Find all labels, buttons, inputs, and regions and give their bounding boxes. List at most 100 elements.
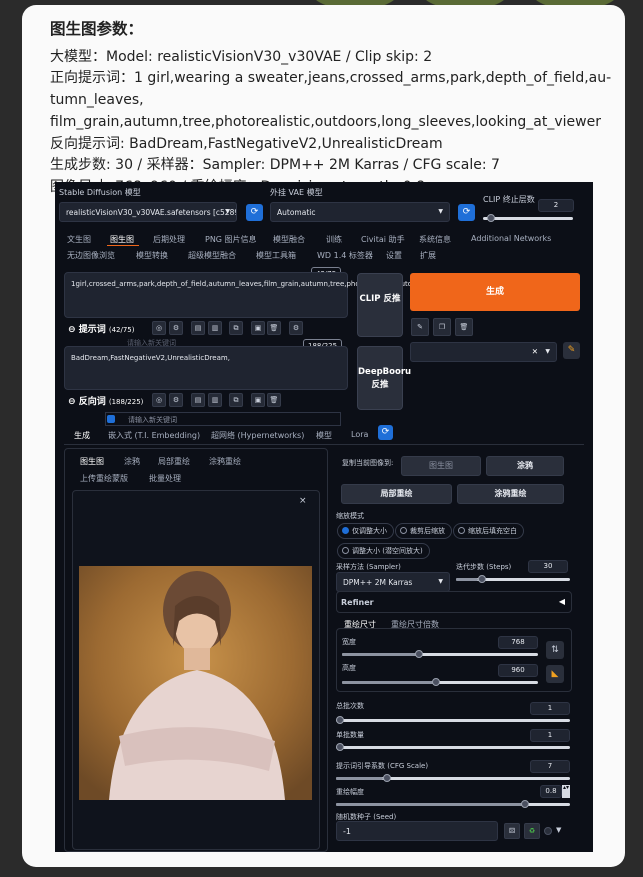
chevron-down-icon[interactable]: ▼ — [556, 826, 561, 834]
steps-input[interactable]: 30 — [528, 560, 568, 573]
checkpoint-select[interactable]: realisticVisionV30_v30VAE.safetensors [c… — [59, 202, 237, 222]
edit-styles-icon[interactable]: ✎ — [563, 342, 580, 359]
stepper-icon[interactable]: ▴▾ — [562, 785, 570, 798]
slider-knob[interactable] — [520, 800, 529, 808]
deepbooru-interrogate-button[interactable]: DeepBooru 反推 — [357, 346, 411, 410]
batch-size-slider[interactable] — [336, 743, 570, 751]
refresh-icon[interactable]: ⟳ — [246, 204, 263, 221]
refiner-accordion[interactable]: Refiner ◀ — [336, 591, 572, 613]
height-slider[interactable] — [342, 678, 538, 686]
globe-icon[interactable]: ◎ — [152, 393, 166, 407]
paste-icon[interactable]: ▣ — [251, 321, 265, 335]
tab-additional-networks[interactable]: Additional Networks — [471, 234, 551, 243]
imgtab-inpaint[interactable]: 局部重绘 — [158, 456, 190, 467]
subtab-generate[interactable]: 生成 — [74, 430, 90, 441]
tab-supermerger[interactable]: 超级模型融合 — [188, 250, 236, 261]
width-input[interactable]: 768 — [498, 636, 538, 649]
gear-icon[interactable]: ⚙ — [289, 321, 303, 335]
pencil-icon[interactable]: ✎ — [411, 318, 429, 336]
sampler-select[interactable]: DPM++ 2M Karras ▼ — [336, 572, 450, 592]
copy-to-img2img-button[interactable]: 图生图 — [401, 456, 481, 476]
prompt-textarea[interactable]: 1girl,crossed_arms,park,depth_of_field,a… — [64, 272, 542, 318]
trash-icon[interactable]: 🗑 — [267, 321, 281, 335]
slider-knob[interactable] — [336, 743, 344, 751]
width-slider[interactable] — [342, 650, 538, 658]
negative-hint-box[interactable]: 请输入新关键词 — [105, 412, 341, 426]
style-select[interactable]: ✕ ▼ — [410, 342, 557, 362]
generate-button[interactable]: 生成 — [410, 273, 580, 311]
subtab-lora[interactable]: Lora — [351, 430, 368, 439]
trash-icon[interactable]: 🗑 — [267, 393, 281, 407]
tab-merge[interactable]: 模型融合 — [273, 234, 305, 245]
denoise-input[interactable]: 0.8 — [540, 785, 562, 798]
imgtab-batch[interactable]: 批量处理 — [149, 473, 181, 484]
paste-icon[interactable]: ▣ — [251, 393, 265, 407]
copy-icon[interactable]: ⧉ — [229, 393, 243, 407]
resize-option-crop[interactable]: 裁剪后缩放 — [395, 523, 452, 539]
checkbox-icon[interactable] — [107, 415, 115, 423]
history-icon[interactable]: ▥ — [208, 321, 222, 335]
tab-wd-tagger[interactable]: WD 1.4 标签器 — [317, 250, 373, 261]
imgtab-sketch[interactable]: 涂鸦 — [124, 456, 140, 467]
tab-image-browser[interactable]: 无边图像浏览 — [67, 250, 115, 261]
tab-train[interactable]: 训练 — [326, 234, 342, 245]
tab-model-toolkit[interactable]: 模型工具箱 — [256, 250, 296, 261]
imgtab-inpaint-sketch[interactable]: 涂鸦重绘 — [209, 456, 241, 467]
subtab-hypernetworks[interactable]: 超网络 (Hypernetworks) — [211, 430, 304, 441]
resize-option-latent[interactable]: 调整大小 (潜空间放大) — [337, 543, 430, 559]
cfg-input[interactable]: 7 — [530, 760, 570, 773]
history-icon[interactable]: ▥ — [208, 393, 222, 407]
swap-icon[interactable]: ⇅ — [546, 641, 564, 659]
clip-skip-slider[interactable] — [483, 214, 573, 222]
batch-count-input[interactable]: 1 — [530, 702, 570, 715]
subtab-embedding[interactable]: 嵌入式 (T.I. Embedding) — [108, 430, 200, 441]
resize-option-just-resize[interactable]: 仅调整大小 — [337, 523, 394, 539]
dice-icon[interactable]: ⚄ — [504, 823, 520, 839]
slider-knob[interactable] — [336, 716, 344, 724]
imgtab-img2img[interactable]: 图生图 — [80, 456, 104, 467]
batch-count-slider[interactable] — [336, 716, 570, 724]
close-icon[interactable]: ✕ — [532, 347, 538, 356]
refresh-icon[interactable]: ⟳ — [458, 204, 475, 221]
slider-knob[interactable] — [414, 650, 423, 658]
slider-knob[interactable] — [487, 214, 495, 222]
slider-knob[interactable] — [478, 575, 487, 583]
resize-option-fill[interactable]: 缩放后填充空白 — [453, 523, 524, 539]
subtab-model[interactable]: 模型 — [316, 430, 332, 441]
refresh-icon[interactable]: ⟳ — [378, 425, 393, 440]
collapse-icon[interactable]: ⊖ — [68, 325, 76, 335]
denoise-slider[interactable] — [336, 800, 570, 808]
aspect-ratio-icon[interactable]: ◣ — [546, 665, 564, 683]
cfg-slider[interactable] — [336, 774, 570, 782]
translate-icon[interactable]: ▤ — [191, 393, 205, 407]
imgtab-inpaint-upload[interactable]: 上传重绘蒙版 — [80, 473, 128, 484]
tab-civitai[interactable]: Civitai 助手 — [361, 234, 405, 245]
translate-icon[interactable]: ▤ — [191, 321, 205, 335]
extra-checkbox[interactable] — [544, 827, 552, 835]
steps-slider[interactable] — [456, 575, 570, 583]
tab-txt2img[interactable]: 文生图 — [67, 234, 91, 245]
tab-img2img[interactable]: 图生图 — [110, 234, 134, 245]
seed-input[interactable]: -1 — [336, 821, 498, 841]
tab-extensions[interactable]: 扩展 — [420, 250, 436, 261]
settings-icon[interactable]: ⚙ — [169, 393, 183, 407]
tab-png-info[interactable]: PNG 图片信息 — [205, 234, 257, 245]
clip-interrogate-button[interactable]: CLIP 反推 — [357, 273, 403, 337]
globe-icon[interactable]: ◎ — [152, 321, 166, 335]
tab-system-info[interactable]: 系统信息 — [419, 234, 451, 245]
recycle-icon[interactable]: ♻ — [524, 823, 540, 839]
vae-select[interactable]: Automatic ▼ — [270, 202, 450, 222]
trash-icon[interactable]: 🗑 — [455, 318, 473, 336]
copy-icon[interactable]: ⧉ — [229, 321, 243, 335]
clip-skip-input[interactable]: 2 — [538, 199, 574, 212]
tab-model-convert[interactable]: 模型转换 — [136, 250, 168, 261]
slider-knob[interactable] — [382, 774, 391, 782]
copy-to-inpaint-button[interactable]: 局部重绘 — [341, 484, 452, 504]
batch-size-input[interactable]: 1 — [530, 729, 570, 742]
settings-icon[interactable]: ⚙ — [169, 321, 183, 335]
close-icon[interactable]: × — [299, 496, 307, 506]
copy-to-sketch-button[interactable]: 涂鸦 — [486, 456, 564, 476]
tab-extras[interactable]: 后期处理 — [153, 234, 185, 245]
negative-textarea[interactable]: BadDream,FastNegativeV2,UnrealisticDream… — [64, 346, 348, 390]
copy-to-inpaint-sketch-button[interactable]: 涂鸦重绘 — [457, 484, 564, 504]
